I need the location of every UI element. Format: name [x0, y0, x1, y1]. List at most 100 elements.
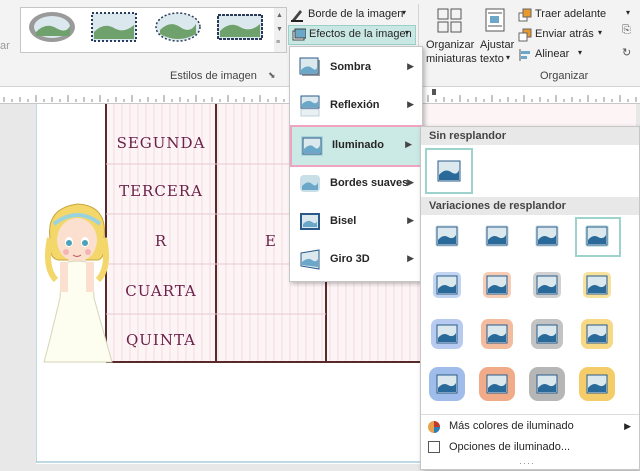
glow-variation-option[interactable]	[575, 217, 621, 257]
soft-edges-icon	[300, 175, 320, 192]
style-thumb-soft-oval[interactable]	[152, 10, 204, 44]
rotate-icon[interactable]: ↻	[622, 46, 631, 59]
rotation-3d-icon	[300, 249, 320, 270]
picture-icon	[435, 225, 459, 247]
submenu-arrow-icon: ▶	[407, 215, 414, 225]
style-thumb-torn[interactable]	[214, 10, 266, 44]
dropdown-arrow-icon: ▾	[402, 8, 407, 17]
picture-icon	[479, 367, 515, 401]
menu-item-shadow[interactable]: Sombra ▶	[290, 49, 422, 87]
wrap-text-icon	[485, 8, 505, 32]
glow-icon	[301, 136, 323, 156]
style-thumb-stamp[interactable]	[88, 10, 140, 44]
arrange-thumbnails-button[interactable]: Organizar miniaturas	[424, 6, 477, 68]
picture-icon	[433, 272, 461, 298]
submenu-arrow-icon: ▶	[407, 253, 414, 263]
wrap-text-button[interactable]: Ajustar texto ▾	[478, 6, 516, 68]
send-backward-button[interactable]: Enviar atrás ▾	[518, 27, 636, 43]
grid-icon	[437, 8, 462, 33]
bring-forward-icon	[518, 8, 532, 22]
no-glow-header: Sin resplandor	[421, 127, 639, 145]
send-backward-icon	[518, 28, 532, 42]
table-cell-word[interactable]: R	[108, 232, 214, 250]
menu-divider	[421, 414, 639, 415]
glow-variation-option[interactable]	[477, 317, 517, 351]
menu-item-soft-edges[interactable]: Bordes suaves ▶	[290, 165, 422, 203]
picture-icon	[431, 319, 463, 349]
left-cut-label: ar	[0, 40, 10, 52]
glow-variation-option[interactable]	[527, 367, 567, 401]
picture-icon	[533, 272, 561, 298]
submenu-arrow-icon: ▶	[405, 139, 412, 149]
menu-item-reflection[interactable]: Reflexión ▶	[290, 87, 422, 125]
reflection-icon	[300, 95, 320, 117]
girl-clipart-image[interactable]	[38, 198, 118, 368]
submenu-arrow-icon: ▶	[624, 421, 631, 431]
picture-icon	[583, 272, 611, 298]
pen-icon	[291, 10, 303, 22]
checkbox-icon	[428, 441, 440, 453]
glow-options-item[interactable]: Opciones de iluminado...	[421, 438, 639, 458]
glow-variation-option[interactable]	[577, 367, 617, 401]
picture-icon	[483, 272, 511, 298]
menu-item-bevel[interactable]: Bisel ▶	[290, 203, 422, 241]
glow-variation-option[interactable]	[427, 219, 467, 253]
picture-border-button[interactable]: Borde de la imagen ▾	[290, 7, 412, 23]
arrange-group-label: Organizar	[540, 70, 589, 82]
picture-icon	[437, 160, 461, 182]
style-thumb-oval[interactable]	[26, 10, 78, 44]
submenu-arrow-icon: ▶	[407, 61, 414, 71]
glow-variation-option[interactable]	[427, 317, 467, 351]
picture-icon	[581, 319, 613, 349]
picture-effects-button[interactable]: Efectos de la imagen ▾	[288, 25, 416, 45]
submenu-arrow-icon: ▶	[407, 99, 414, 109]
glow-variations-header: Variaciones de resplandor	[421, 197, 639, 215]
bring-forward-button[interactable]: Traer adelante ▾	[518, 7, 636, 23]
no-glow-option[interactable]	[425, 148, 473, 194]
shadow-icon	[299, 57, 320, 76]
styles-group-label: Estilos de imagen	[170, 70, 257, 82]
bevel-icon	[300, 213, 320, 230]
dropdown-arrow-icon: ▾	[506, 53, 511, 62]
table-cell-word[interactable]: TERCERA	[108, 182, 214, 200]
table-cell-word[interactable]: CUARTA	[108, 282, 214, 300]
picture-icon	[531, 319, 563, 349]
glow-variation-option[interactable]	[527, 317, 567, 351]
table-cell-word[interactable]: QUINTA	[108, 331, 214, 349]
picture-icon	[429, 367, 465, 401]
glow-variation-option[interactable]	[477, 367, 517, 401]
color-palette-icon	[428, 421, 440, 433]
picture-icon	[481, 319, 513, 349]
dropdown-arrow-icon: ▾	[578, 48, 583, 57]
align-button[interactable]: Alinear ▾	[518, 47, 636, 63]
table-cell-word[interactable]: SEGUNDA	[108, 134, 214, 152]
glow-variation-option[interactable]	[427, 268, 467, 302]
picture-effects-menu: Sombra ▶ Reflexión ▶ Iluminado ▶ Bordes …	[289, 46, 423, 282]
dropdown-arrow-icon: ▾	[598, 28, 603, 37]
picture-icon	[485, 225, 509, 247]
glow-variation-option[interactable]	[577, 268, 617, 302]
glow-variation-option[interactable]	[527, 219, 567, 253]
picture-icon	[585, 225, 609, 247]
dropdown-arrow-icon: ▾	[405, 28, 410, 37]
align-icon	[519, 49, 530, 61]
dropdown-arrow-icon: ▾	[626, 8, 631, 17]
glow-variation-option[interactable]	[427, 367, 467, 401]
group-objects-icon[interactable]: ⎘	[622, 24, 631, 37]
menu-item-3d-rotation[interactable]: Giro 3D ▶	[290, 241, 422, 279]
gallery-scrollbar[interactable]: ▲ ▼ ≡	[274, 7, 287, 53]
submenu-arrow-icon: ▶	[407, 177, 414, 187]
effects-icon	[292, 28, 306, 41]
glow-variation-option[interactable]	[527, 268, 567, 302]
styles-launcher-icon[interactable]: ⬊	[268, 70, 276, 81]
glow-variation-option[interactable]	[577, 317, 617, 351]
picture-icon	[529, 367, 565, 401]
glow-submenu: Sin resplandor Variaciones de resplandor…	[420, 126, 640, 470]
resize-grip-icon[interactable]: ····	[519, 458, 535, 468]
glow-variation-option[interactable]	[477, 268, 517, 302]
menu-item-glow[interactable]: Iluminado ▶	[290, 125, 422, 167]
glow-variation-option[interactable]	[477, 219, 517, 253]
picture-icon	[535, 225, 559, 247]
more-glow-colors-item[interactable]: Más colores de iluminado ▶	[421, 417, 639, 437]
picture-icon	[579, 367, 615, 401]
